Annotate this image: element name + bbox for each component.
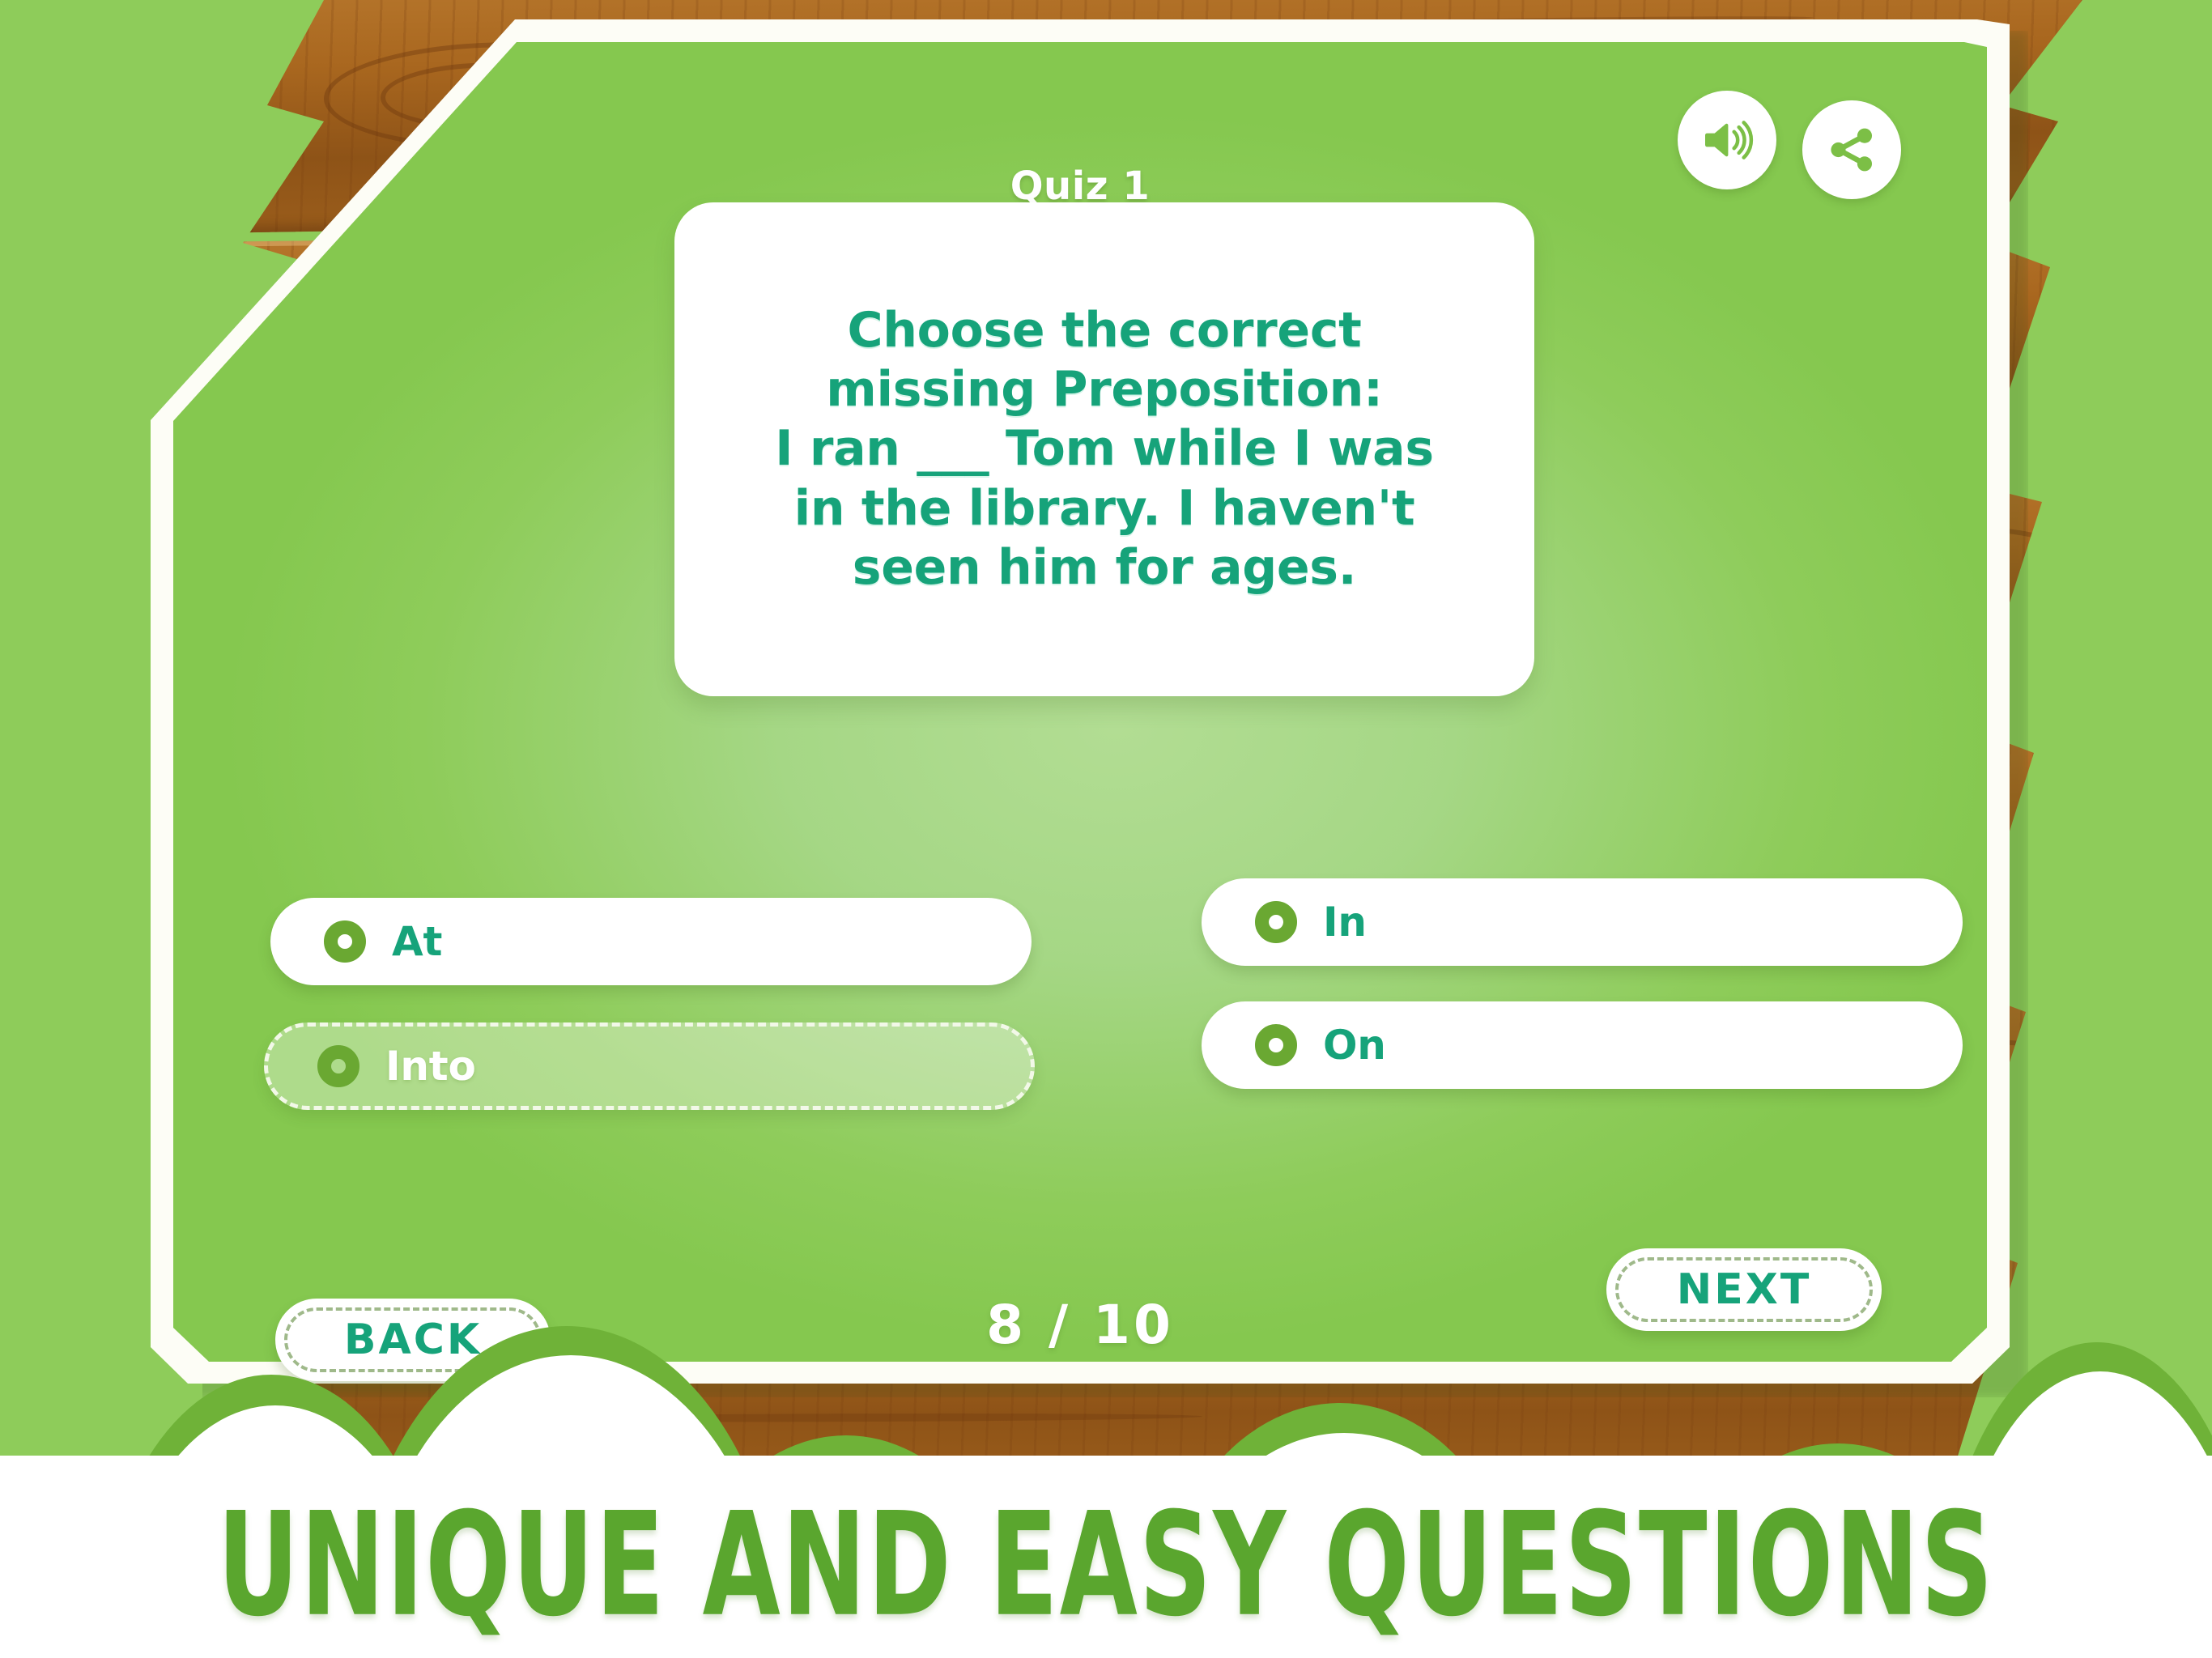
option-label: On: [1323, 1022, 1386, 1069]
option-label: In: [1323, 899, 1367, 946]
radio-icon: [317, 1045, 359, 1087]
question-text: Choose the correct missing Preposition: …: [775, 302, 1434, 596]
sound-button[interactable]: [1678, 91, 1776, 189]
radio-icon: [1255, 1024, 1297, 1066]
radio-icon: [324, 920, 366, 963]
option-into[interactable]: Into: [264, 1022, 1035, 1110]
share-button[interactable]: [1802, 100, 1901, 199]
next-button-label: NEXT: [1676, 1265, 1812, 1314]
option-on[interactable]: On: [1202, 1001, 1963, 1089]
sound-on-icon: [1698, 111, 1756, 169]
share-icon: [1825, 123, 1878, 176]
option-in[interactable]: In: [1202, 878, 1963, 966]
back-button-label: BACK: [343, 1316, 483, 1364]
promo-banner-text: UNIQUE AND EASY QUESTIONS: [217, 1481, 1995, 1648]
question-card: Choose the correct missing Preposition: …: [674, 202, 1534, 696]
answer-options: At In Into On: [173, 878, 1987, 1210]
option-at[interactable]: At: [270, 898, 1032, 985]
option-label: At: [392, 918, 443, 965]
panel-header: Quiz 1: [173, 42, 1987, 209]
option-label: Into: [385, 1043, 476, 1090]
radio-icon: [1255, 901, 1297, 943]
app-stage: Quiz 1 Choose the correct missing Prepos…: [0, 0, 2212, 1658]
